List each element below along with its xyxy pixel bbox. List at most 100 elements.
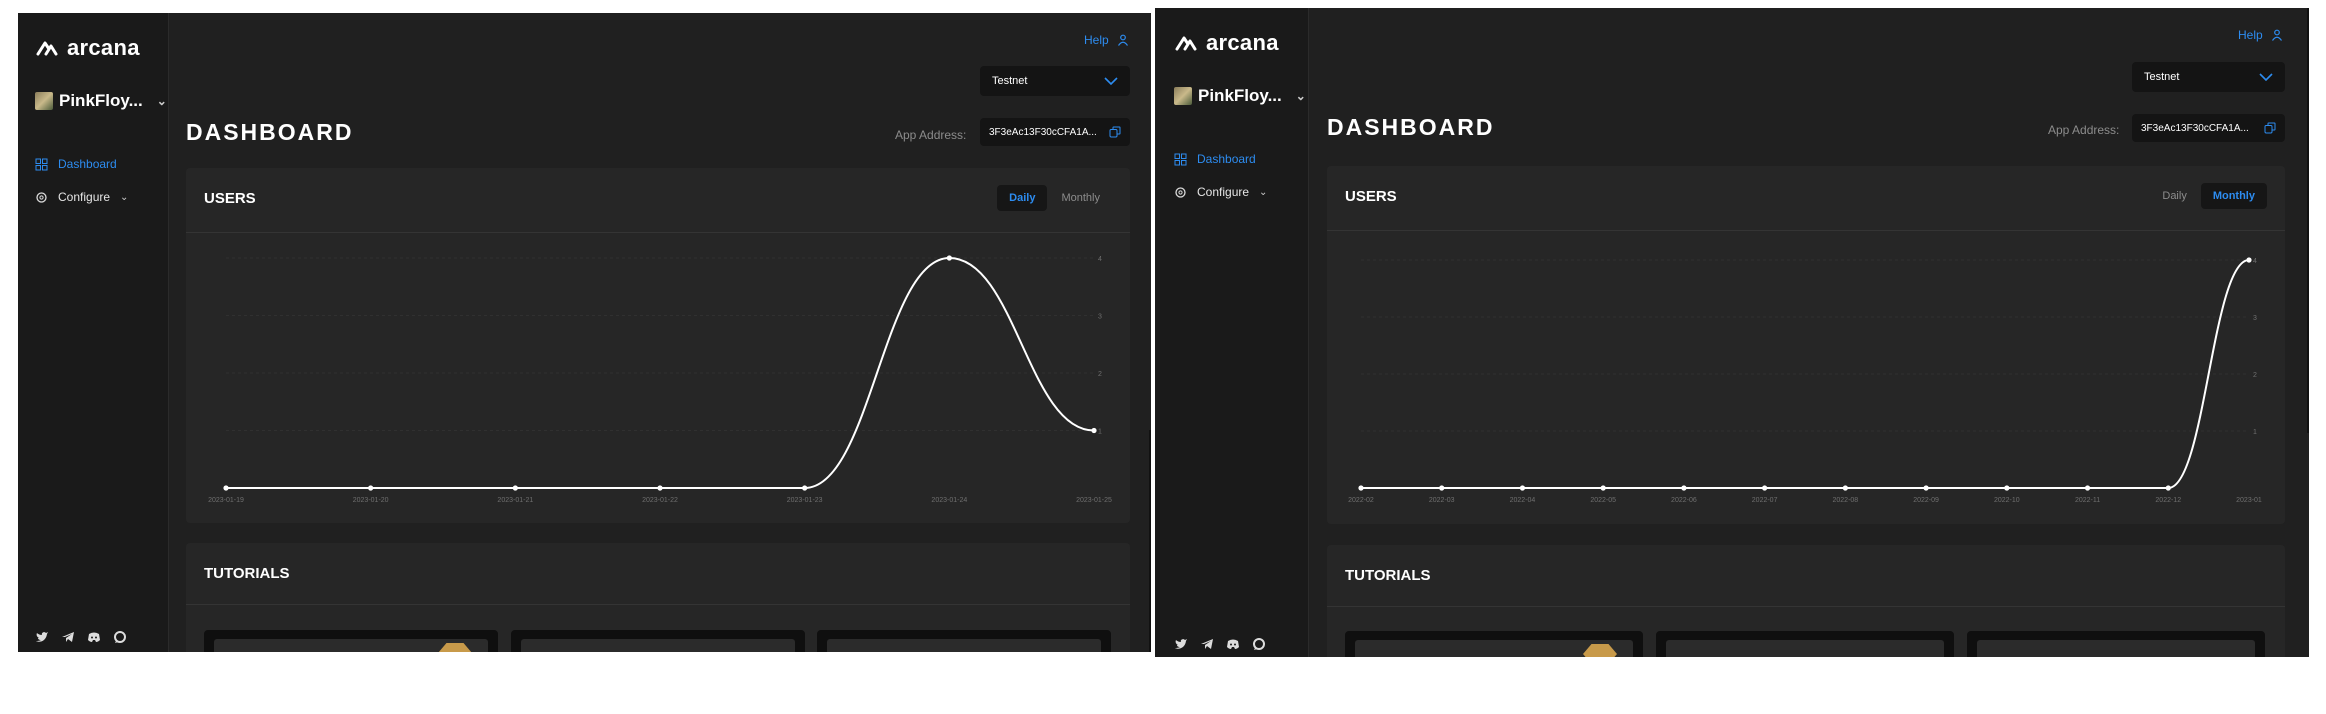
tutorials-title: TUTORIALS — [204, 565, 290, 582]
tutorial-thumbnail — [521, 639, 795, 652]
app-avatar — [35, 92, 53, 110]
tutorial-card[interactable] — [817, 630, 1111, 652]
x-tick-label: 2022-10 — [1994, 497, 2020, 504]
data-point — [1519, 485, 1526, 491]
data-point — [1762, 485, 1768, 491]
data-point — [2084, 485, 2091, 491]
app-selector[interactable]: PinkFloy... ⌄ — [1174, 86, 1306, 106]
data-point — [368, 485, 374, 491]
dashboard-panel-monthly: arcana PinkFloy... ⌄ Dashboard Configure… — [1155, 8, 2309, 657]
dashboard-icon — [35, 158, 48, 170]
y-tick-label: 1 — [1098, 429, 1102, 436]
app-address-field: 3F3eAc13F30cCFA1A... — [2132, 114, 2285, 142]
tutorial-card[interactable] — [1967, 631, 2265, 657]
social-links — [1174, 637, 1266, 651]
users-card: USERS Daily Monthly 1 2 3 4 2023-01-19 2023-0… — [186, 168, 1130, 523]
telegram-icon[interactable] — [1200, 637, 1214, 651]
dashboard-panel-daily: arcana PinkFloy... ⌄ Dashboard Configure… — [18, 13, 1151, 652]
data-point — [657, 485, 663, 491]
x-tick-label: 2022-11 — [2075, 497, 2100, 504]
twitter-icon[interactable] — [35, 630, 49, 644]
chat-icon[interactable] — [1252, 637, 1266, 651]
logo-icon — [1175, 36, 1197, 51]
help-link[interactable]: Help — [1084, 33, 1129, 47]
y-tick-label: 2 — [2253, 372, 2257, 379]
app-address-label: App Address: — [2048, 123, 2120, 137]
data-point — [802, 485, 808, 491]
sidebar-item-configure[interactable]: Configure ⌄ — [35, 190, 128, 204]
tutorials-title: TUTORIALS — [1345, 567, 1431, 584]
tutorial-card[interactable] — [1345, 631, 1643, 657]
tutorial-thumbnail — [827, 639, 1101, 652]
help-label: Help — [1084, 33, 1109, 47]
tutorial-card[interactable] — [511, 630, 805, 652]
x-tick-label: 2023-01-20 — [353, 497, 389, 504]
sidebar-item-label: Configure — [58, 190, 111, 204]
app-address-field: 3F3eAc13F30cCFA1A... — [980, 118, 1130, 146]
discord-icon[interactable] — [87, 630, 101, 644]
help-link[interactable]: Help — [2238, 28, 2283, 42]
sidebar-item-label: Configure — [1197, 185, 1250, 199]
data-point — [1600, 485, 1606, 491]
app-name: PinkFloy... — [1198, 86, 1282, 105]
x-tick-label: 2022-04 — [1510, 497, 1536, 504]
tutorial-card[interactable] — [1656, 631, 1954, 657]
card-divider — [1327, 606, 2285, 607]
x-tick-label: 2023-01 — [2236, 497, 2262, 504]
twitter-icon[interactable] — [1174, 637, 1188, 651]
x-tick-label: 2022-02 — [1348, 497, 1374, 504]
network-select[interactable]: Testnet — [2132, 62, 2285, 92]
x-tick-label: 2022-08 — [1833, 497, 1859, 504]
logo-text: arcana — [67, 35, 140, 60]
data-point — [1091, 427, 1097, 434]
sidebar: arcana PinkFloy... ⌄ Dashboard Configure… — [18, 13, 169, 652]
y-tick-label: 3 — [2253, 315, 2257, 322]
help-label: Help — [2238, 28, 2263, 42]
sidebar-item-dashboard[interactable]: Dashboard — [1174, 152, 1256, 166]
app-address-value: 3F3eAc13F30cCFA1A... — [2141, 122, 2249, 134]
user-icon — [2271, 29, 2282, 41]
network-label: Testnet — [2144, 71, 2180, 83]
copy-icon[interactable] — [2264, 122, 2276, 134]
users-chart: 1 2 3 4 2023-01-19 2023-01-20 2023-01-21 2023-0… — [208, 255, 1112, 504]
data-point — [2165, 485, 2171, 491]
copy-icon[interactable] — [1109, 126, 1121, 138]
x-tick-label: 2022-05 — [1590, 497, 1616, 504]
discord-icon[interactable] — [1226, 637, 1240, 651]
x-tick-label: 2023-01-19 — [208, 497, 244, 504]
sidebar-item-label: Dashboard — [58, 157, 117, 171]
tutorials-card: TUTORIALS — [1327, 545, 2285, 657]
data-point — [223, 485, 229, 491]
gear-icon — [1175, 186, 1186, 198]
chat-icon[interactable] — [113, 630, 127, 644]
telegram-icon[interactable] — [61, 630, 75, 644]
data-point — [512, 485, 518, 491]
tutorial-card[interactable] — [204, 630, 498, 652]
users-card: USERS Daily Monthly 1 2 3 4 2022-02 2022-03 20… — [1327, 166, 2285, 524]
x-tick-label: 2022-07 — [1752, 497, 1778, 504]
network-select[interactable]: Testnet — [980, 66, 1130, 96]
sidebar: arcana PinkFloy... ⌄ Dashboard Configure… — [1155, 8, 1309, 657]
logo-text: arcana — [1206, 30, 1279, 55]
data-point — [1439, 485, 1445, 491]
x-tick-label: 2023-01-25 — [1076, 497, 1112, 504]
x-tick-label: 2023-01-23 — [787, 497, 823, 504]
x-tick-label: 2023-01-21 — [497, 497, 533, 504]
chevron-down-icon: ⌄ — [120, 191, 129, 203]
app-avatar — [1174, 87, 1192, 105]
tutorials-card: TUTORIALS — [186, 543, 1130, 652]
sidebar-item-dashboard[interactable]: Dashboard — [35, 157, 117, 171]
logo-icon — [36, 41, 58, 56]
logo[interactable]: arcana — [1174, 30, 1279, 56]
y-tick-label: 3 — [1098, 314, 1102, 321]
sidebar-item-configure[interactable]: Configure ⌄ — [1174, 185, 1267, 199]
logo[interactable]: arcana — [35, 35, 140, 61]
tutorial-thumbnail — [1977, 640, 2255, 657]
chevron-down-icon — [1104, 77, 1118, 85]
network-label: Testnet — [992, 75, 1028, 87]
gear-icon — [36, 191, 47, 203]
app-address-value: 3F3eAc13F30cCFA1A... — [989, 126, 1097, 138]
data-point — [1923, 485, 1929, 491]
app-selector[interactable]: PinkFloy... ⌄ — [35, 91, 167, 111]
chevron-down-icon: ⌄ — [156, 94, 167, 108]
